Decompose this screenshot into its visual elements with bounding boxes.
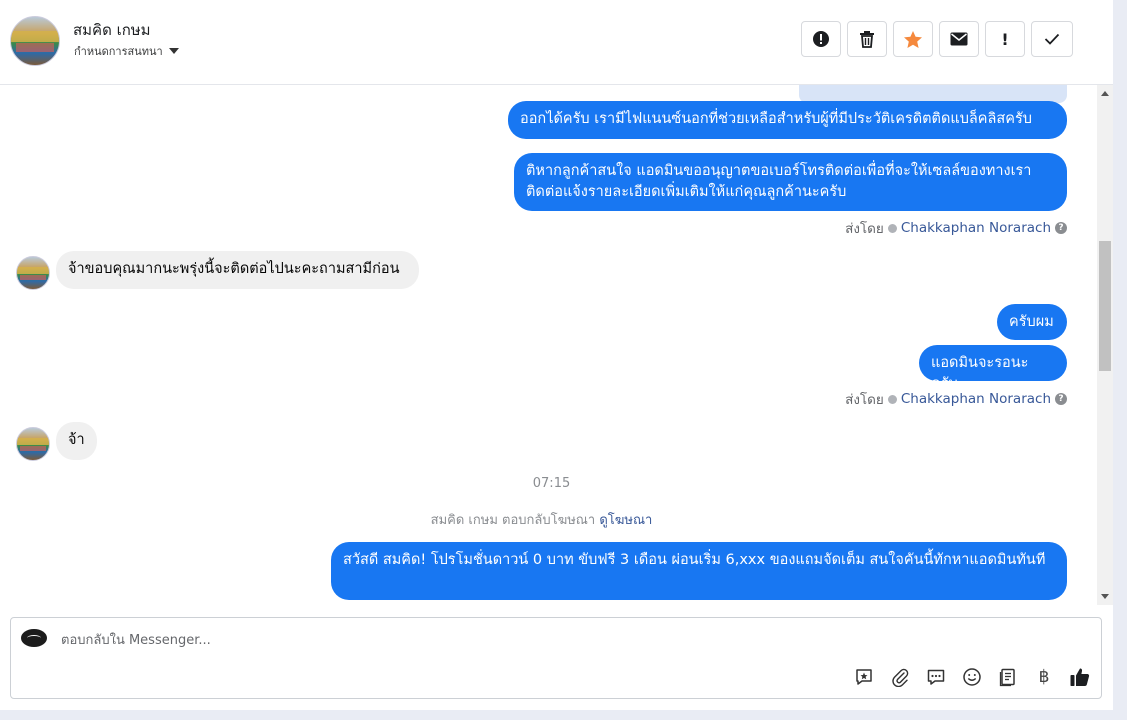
sent-by-line: ส่งโดย Chakkaphan Norarach ? [845,217,1067,239]
caret-down-icon [168,48,179,54]
contact-avatar-small[interactable] [16,256,50,290]
attach-button[interactable] [889,666,911,688]
saved-reply-button[interactable] [853,666,875,688]
quick-reply-button[interactable] [925,666,947,688]
message-list[interactable]: ออกได้ครับ เรามีไฟแนนซ์นอกที่ช่วยเหลือสำ… [0,85,1097,605]
scroll-up-arrow-icon[interactable] [1101,91,1109,96]
verified-icon [887,223,897,233]
conversation-panel: สมคิด เกษม กำหนดการสนทนา ! ออกได้ครับ เร… [0,0,1113,710]
flag-button[interactable]: ! [985,21,1025,57]
sender-name[interactable]: Chakkaphan Norarach [901,220,1051,236]
help-icon[interactable]: ? [1055,222,1067,234]
message-bubble-incoming[interactable]: จ้า [56,422,97,460]
contact-avatar-small[interactable] [16,427,50,461]
document-icon [999,668,1015,687]
contact-name[interactable]: สมคิด เกษม [73,18,151,42]
conversation-header: สมคิด เกษม กำหนดการสนทนา ! [0,0,1113,85]
message-bubble-outgoing[interactable]: ติหากลูกค้าสนใจ แอดมินขออนุญาตขอเบอร์โทร… [514,153,1067,211]
reply-input[interactable] [59,628,763,652]
star-button[interactable] [893,21,933,57]
scrollbar-thumb[interactable] [1099,241,1111,371]
payment-button[interactable]: ฿ [1033,666,1055,688]
exclamation-icon: ! [1001,29,1009,49]
conversation-menu[interactable]: กำหนดการสนทนา [74,42,179,60]
conversation-toolbar: ! [801,21,1073,57]
trash-icon [860,31,874,48]
smiley-icon [963,668,981,686]
message-bubble-incoming[interactable]: จ้าขอบคุณมากนะพรุ่งนี้จะติดต่อไปนะคะถามส… [56,251,419,289]
like-button[interactable] [1069,666,1091,688]
sender-name[interactable]: Chakkaphan Norarach [901,391,1051,407]
message-bubble-outgoing[interactable]: ครับผม [997,304,1067,340]
saved-reply-icon [856,669,872,685]
notes-button[interactable] [997,666,1019,688]
composer-tools: ฿ [853,666,1091,688]
baht-icon: ฿ [1038,667,1050,687]
alert-circle-icon [813,31,829,47]
mark-unread-button[interactable] [939,21,979,57]
ad-reply-text: สมคิด เกษม ตอบกลับโฆษณา [430,513,596,528]
view-ad-link[interactable]: ดูโฆษณา [599,513,652,528]
message-bubble-outgoing[interactable]: แอดมินจะรอนะครับ [919,345,1067,392]
sent-by-line: ส่งโดย Chakkaphan Norarach ? [845,388,1067,410]
chat-bubble-icon [927,669,945,685]
delete-button[interactable] [847,21,887,57]
mark-done-button[interactable] [1031,21,1073,57]
report-spam-button[interactable] [801,21,841,57]
verified-icon [887,394,897,404]
message-bubble-outgoing[interactable]: สวัสดี สมคิด! โปรโมชั่นดาวน์ 0 บาท ขับฟร… [331,542,1067,600]
reply-composer: ฿ [10,617,1102,699]
scroll-down-arrow-icon[interactable] [1101,594,1109,599]
star-icon [904,30,922,48]
sent-by-prefix: ส่งโดย [845,221,884,237]
help-icon[interactable]: ? [1055,393,1067,405]
conversation-menu-label: กำหนดการสนทนา [74,45,163,58]
checkmark-icon [1044,33,1060,45]
sent-by-prefix: ส่งโดย [845,392,884,408]
envelope-icon [950,32,968,46]
message-list-scrollbar[interactable] [1097,85,1113,605]
message-bubble-outgoing[interactable]: ออกได้ครับ เรามีไฟแนนซ์นอกที่ช่วยเหลือสำ… [508,101,1067,139]
page-logo [21,629,47,647]
ad-reply-notice: สมคิด เกษม ตอบกลับโฆษณา ดูโฆษณา [0,509,1083,530]
thumbs-up-icon [1070,668,1090,686]
contact-avatar[interactable] [10,16,60,66]
emoji-button[interactable] [961,666,983,688]
message-timestamp: 07:15 [532,476,571,491]
paperclip-icon [892,668,909,687]
